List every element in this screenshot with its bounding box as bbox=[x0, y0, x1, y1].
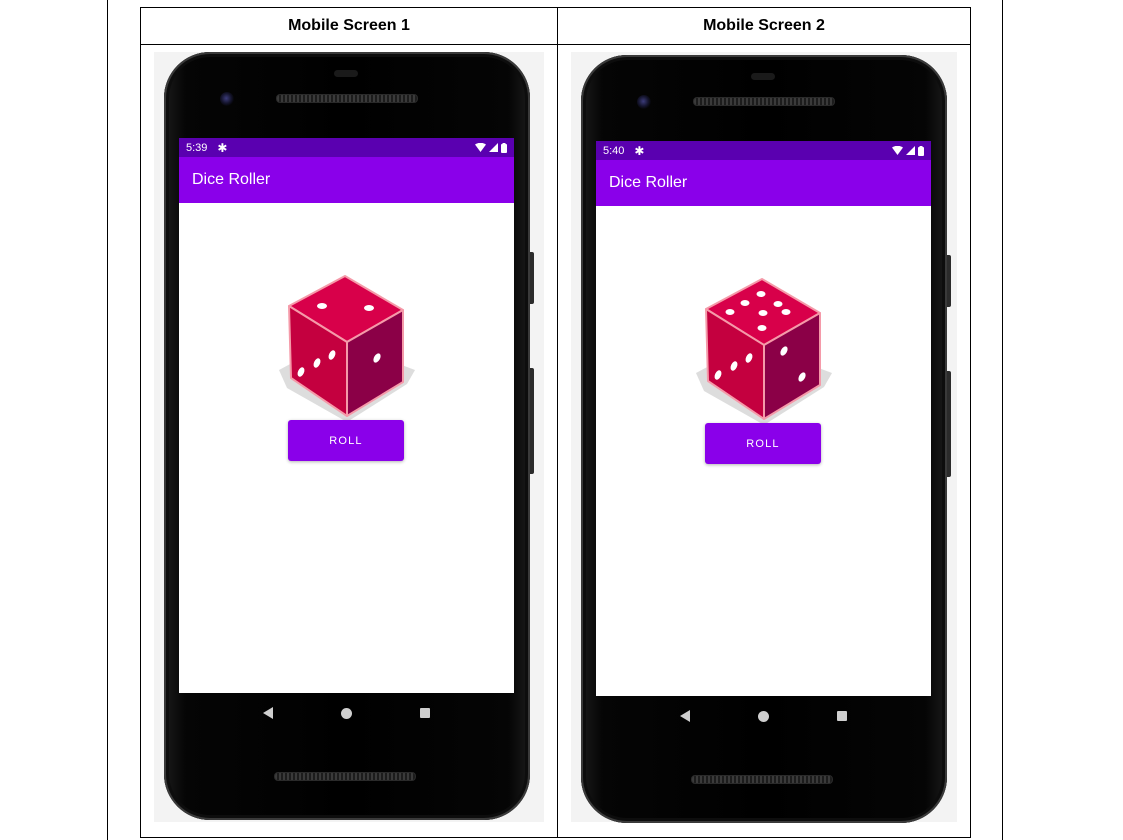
comparison-table: Mobile Screen 1 Mobile Screen 2 5:39 ✱ D… bbox=[140, 7, 971, 838]
dice-pip bbox=[757, 325, 767, 331]
dice-pip bbox=[317, 303, 327, 309]
camera-icon bbox=[220, 92, 234, 106]
volume-button bbox=[947, 255, 951, 307]
dice-pip bbox=[756, 291, 766, 297]
top-sensor bbox=[334, 70, 358, 77]
nav-bar bbox=[596, 696, 931, 736]
app-bar: Dice Roller bbox=[596, 160, 931, 206]
dice-image bbox=[696, 278, 832, 425]
phone-screen: 5:40 ✱ Dice Roller ROLL bbox=[596, 141, 931, 696]
phone-frame: 5:39 ✱ Dice Roller ROLL bbox=[164, 52, 534, 820]
top-sensor bbox=[751, 73, 775, 80]
screen-1-cell: 5:39 ✱ Dice Roller ROLL bbox=[140, 44, 558, 838]
battery-icon bbox=[501, 142, 507, 153]
dice-pip bbox=[781, 309, 791, 315]
column-header-screen-1: Mobile Screen 1 bbox=[140, 7, 558, 45]
app-title: Dice Roller bbox=[192, 171, 271, 188]
roll-button[interactable]: ROLL bbox=[288, 420, 404, 461]
gear-icon: ✱ bbox=[217, 140, 228, 155]
phone-frame: 5:40 ✱ Dice Roller ROLL bbox=[581, 55, 951, 823]
dice-pip bbox=[740, 300, 750, 306]
screen-2-cell: 5:40 ✱ Dice Roller ROLL bbox=[557, 44, 971, 838]
column-header-screen-2: Mobile Screen 2 bbox=[557, 7, 971, 45]
wifi-icon bbox=[892, 146, 903, 155]
home-icon[interactable] bbox=[758, 710, 769, 722]
camera-icon bbox=[637, 95, 651, 109]
battery-icon bbox=[918, 145, 924, 156]
status-bar: 5:39 ✱ bbox=[179, 138, 514, 157]
recents-icon[interactable] bbox=[420, 708, 430, 718]
nav-bar bbox=[179, 693, 514, 733]
app-title: Dice Roller bbox=[609, 174, 688, 191]
power-button bbox=[530, 368, 534, 474]
recents-icon[interactable] bbox=[837, 711, 847, 721]
dice-image bbox=[279, 275, 415, 422]
dice-pip bbox=[364, 305, 374, 311]
page-left-border bbox=[107, 0, 108, 840]
home-icon[interactable] bbox=[341, 707, 352, 719]
power-button bbox=[947, 371, 951, 477]
bottom-speaker bbox=[691, 775, 833, 784]
gear-icon: ✱ bbox=[634, 143, 645, 158]
roll-button[interactable]: ROLL bbox=[705, 423, 821, 464]
dice-pip bbox=[773, 301, 783, 307]
wifi-icon bbox=[475, 143, 486, 152]
page-right-border bbox=[1002, 0, 1003, 840]
app-bar: Dice Roller bbox=[179, 157, 514, 203]
status-icons bbox=[475, 142, 507, 153]
status-bar: 5:40 ✱ bbox=[596, 141, 931, 160]
bottom-speaker bbox=[274, 772, 416, 781]
status-time: 5:39 bbox=[186, 141, 208, 154]
earpiece-speaker bbox=[693, 97, 835, 106]
volume-button bbox=[530, 252, 534, 304]
status-icons bbox=[892, 145, 924, 156]
signal-icon bbox=[489, 143, 498, 152]
phone-screen: 5:39 ✱ Dice Roller ROLL bbox=[179, 138, 514, 693]
earpiece-speaker bbox=[276, 94, 418, 103]
signal-icon bbox=[906, 146, 915, 155]
dice-pip bbox=[725, 309, 735, 315]
back-icon[interactable] bbox=[680, 710, 690, 722]
dice-pip bbox=[758, 310, 768, 316]
back-icon[interactable] bbox=[263, 707, 273, 719]
status-time: 5:40 bbox=[603, 144, 625, 157]
